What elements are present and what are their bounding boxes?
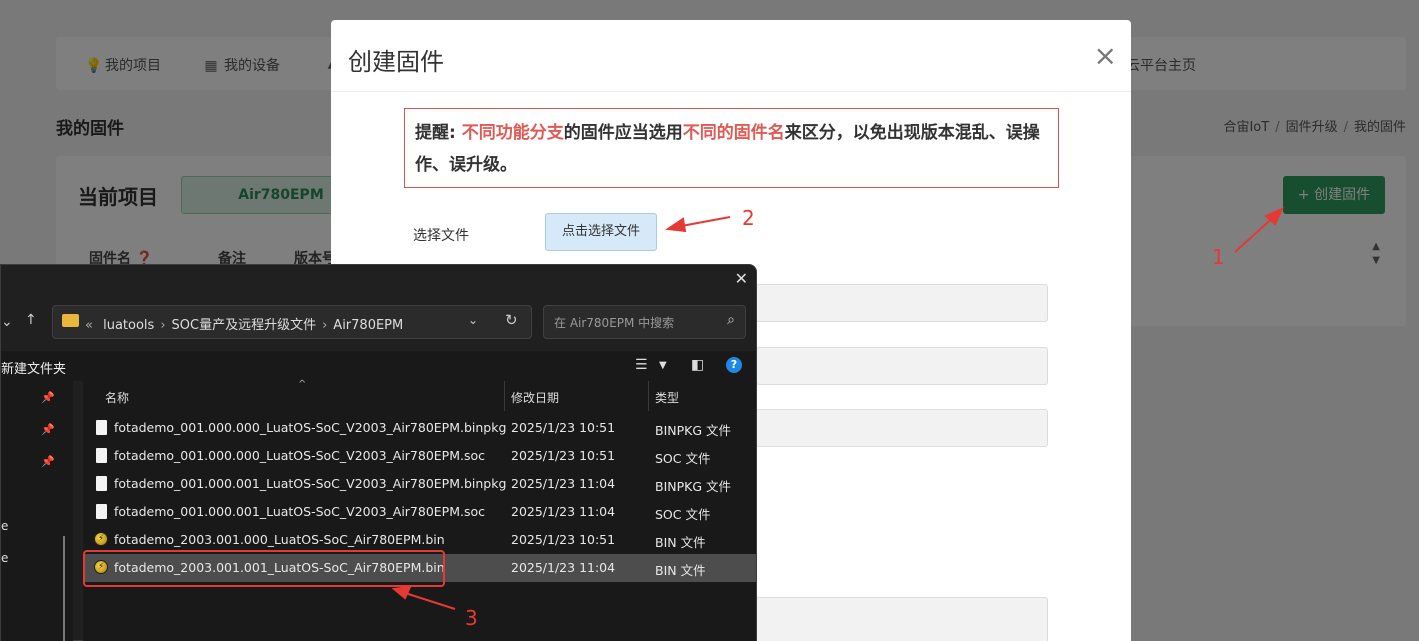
help-icon[interactable]: ?: [726, 357, 742, 373]
up-arrow-icon[interactable]: ↑: [25, 312, 37, 328]
address-bar[interactable]: « luatools › SOC量产及远程升级文件 › Air780EPM ⌄ ↻: [52, 305, 532, 339]
file-icon: [96, 420, 107, 435]
file-icon: [96, 476, 107, 491]
notice-box: 提醒: 不同功能分支的固件应当选用不同的固件名来区分，以免出现版本混乱、误操作、…: [404, 108, 1059, 188]
nav-pane-item[interactable]: e: [1, 551, 8, 565]
select-file-label: 选择文件: [413, 228, 469, 244]
bin-file-icon: ⚡: [94, 532, 108, 546]
annotation-number: 3: [465, 606, 478, 630]
chevron-down-icon[interactable]: ⌄: [468, 313, 478, 327]
file-row[interactable]: fotademo_001.000.001_LuatOS-SoC_V2003_Ai…: [83, 470, 756, 498]
column-header-name[interactable]: 名称: [105, 389, 129, 406]
close-icon[interactable]: ✕: [735, 269, 748, 288]
file-row[interactable]: fotademo_001.000.000_LuatOS-SoC_V2003_Ai…: [83, 414, 756, 442]
file-dialog-toolbar: 新建文件夹 ☰ ▼ ◧ ?: [1, 351, 756, 381]
search-input[interactable]: 在 Air780EPM 中搜索 ⌕: [543, 305, 746, 339]
navigation-pane: 📌 📌 📌 e e: [1, 381, 73, 641]
pin-icon[interactable]: 📌: [41, 391, 55, 404]
remark-input[interactable]: [756, 409, 1048, 447]
path-segment[interactable]: Air780EPM: [333, 318, 403, 333]
file-row[interactable]: fotademo_001.000.001_LuatOS-SoC_V2003_Ai…: [83, 498, 756, 526]
path-segment[interactable]: SOC量产及远程升级文件: [172, 318, 317, 333]
nav-pane-scrollbar[interactable]: [63, 536, 65, 641]
path-segment[interactable]: luatools: [103, 318, 154, 333]
new-folder-button[interactable]: 新建文件夹: [1, 358, 66, 377]
pin-icon[interactable]: 📌: [41, 423, 55, 436]
select-file-button[interactable]: 点击选择文件: [545, 213, 657, 251]
close-icon[interactable]: ×: [1094, 42, 1117, 70]
firmware-name-input[interactable]: [756, 284, 1048, 322]
folder-icon: [62, 314, 79, 327]
file-icon: [96, 504, 107, 519]
pin-icon[interactable]: 📌: [41, 455, 55, 468]
view-list-icon[interactable]: ☰: [635, 357, 648, 373]
file-row[interactable]: fotademo_001.000.000_LuatOS-SoC_V2003_Ai…: [83, 442, 756, 470]
address-breadcrumb: « luatools › SOC量产及远程升级文件 › Air780EPM: [85, 318, 404, 333]
preview-pane-icon[interactable]: ◧: [691, 357, 704, 373]
version-input[interactable]: [756, 347, 1048, 385]
file-icon: [96, 448, 107, 463]
description-textarea[interactable]: [756, 597, 1048, 641]
annotation-number: 1: [1212, 245, 1225, 269]
refresh-icon[interactable]: ↻: [505, 311, 518, 329]
chevron-down-icon[interactable]: ▼: [659, 360, 667, 371]
file-list: ^ 名称 修改日期 类型 fotademo_001.000.000_LuatOS…: [83, 379, 756, 641]
nav-pane-item[interactable]: e: [1, 519, 8, 533]
search-icon: ⌕: [727, 312, 735, 328]
column-header-date[interactable]: 修改日期: [511, 389, 559, 406]
column-header-type[interactable]: 类型: [655, 389, 679, 406]
annotation-highlight-box: [83, 550, 445, 587]
chevron-down-icon[interactable]: ⌄: [1, 314, 13, 330]
modal-title: 创建固件: [348, 48, 444, 76]
file-list-header: ^ 名称 修改日期 类型: [83, 379, 756, 411]
sort-caret-icon: ^: [298, 379, 307, 390]
modal-divider: [331, 91, 1131, 92]
annotation-number: 2: [742, 206, 755, 230]
